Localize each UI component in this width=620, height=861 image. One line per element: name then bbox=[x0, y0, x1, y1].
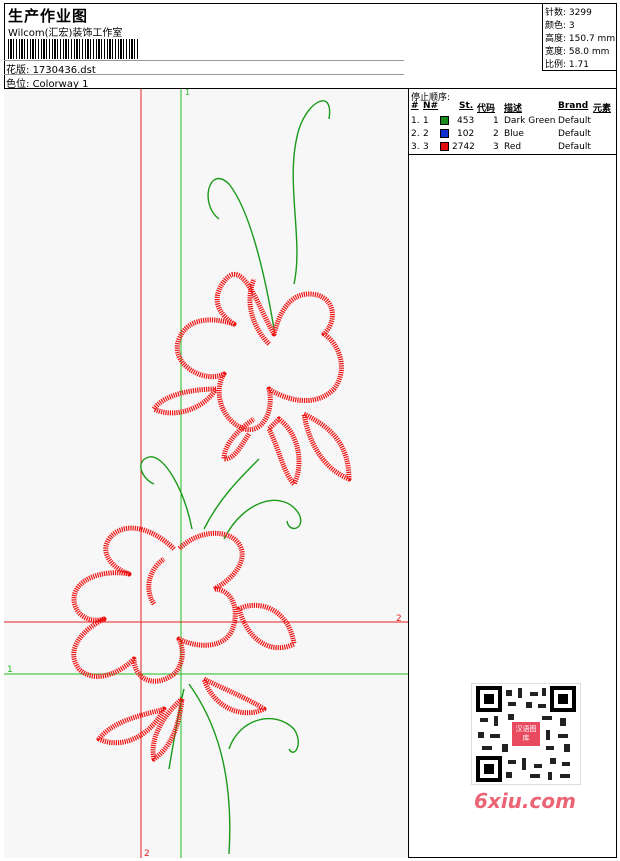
sheet-header: 生产作业图 Wilcom(汇宏)装饰工作室 花版: 1730436.dst 色位… bbox=[4, 3, 617, 90]
leaf-top-bottom bbox=[266, 416, 302, 487]
leaf-bottom-right bbox=[236, 602, 297, 651]
stat-scale: 比例: 1.71 bbox=[545, 60, 589, 70]
marker-red-bottom: 2 bbox=[144, 849, 150, 858]
design-canvas[interactable]: 1 2 1 2 bbox=[4, 89, 409, 858]
stem-middle bbox=[203, 458, 260, 530]
col-index: # bbox=[411, 101, 419, 111]
leaf-bottom-right-low bbox=[201, 676, 267, 716]
color-swatch bbox=[440, 142, 449, 151]
table-row[interactable]: 1. 1 453 1 Dark Green Default bbox=[409, 115, 617, 128]
leaf-bottom-center bbox=[150, 696, 185, 762]
col-brand: Brand bbox=[558, 101, 589, 111]
col-number: N# bbox=[423, 101, 439, 111]
tendril-middle-left bbox=[140, 456, 193, 530]
table-row[interactable]: 2. 2 102 2 Blue Default bbox=[409, 128, 617, 141]
stat-colors: 颜色: 3 bbox=[545, 21, 575, 31]
embroidery-preview: 1 2 1 2 bbox=[4, 89, 408, 858]
watermark: 6xiu.com bbox=[474, 789, 576, 813]
table-row[interactable]: 3. 3 2742 3 Red Default bbox=[409, 141, 617, 154]
leaf-top-right bbox=[301, 411, 352, 482]
col-description: 描述 bbox=[504, 104, 523, 114]
flower-top bbox=[174, 271, 344, 433]
stem-top bbox=[292, 100, 331, 285]
barcode bbox=[8, 39, 140, 59]
color-swatch bbox=[440, 129, 449, 138]
flower-bottom-inner bbox=[146, 556, 166, 606]
col-element: 元素 bbox=[593, 104, 612, 114]
qr-code: 汉语图库 bbox=[471, 683, 581, 785]
design-stats: 针数: 3299 颜色: 3 高度: 150.7 mm 宽度: 58.0 mm … bbox=[542, 3, 617, 71]
stat-height: 高度: 150.7 mm bbox=[545, 34, 616, 44]
marker-red-right: 2 bbox=[396, 614, 402, 624]
colorway: 色位: Colorway 1 bbox=[6, 79, 89, 90]
leaf-top-left bbox=[151, 386, 219, 416]
stem-bottom bbox=[188, 683, 231, 855]
company-name: Wilcom(汇宏)装饰工作室 bbox=[8, 28, 123, 39]
qr-center-label: 汉语图库 bbox=[515, 725, 537, 742]
sheet-title: 生产作业图 bbox=[8, 7, 89, 25]
panel-divider bbox=[409, 154, 617, 155]
color-swatch bbox=[440, 116, 449, 125]
flower-bottom bbox=[71, 525, 245, 684]
col-stitches: St. bbox=[459, 101, 474, 111]
tendril-bottom bbox=[228, 718, 299, 753]
col-code: 代码 bbox=[477, 104, 496, 114]
tendril-middle-right bbox=[223, 499, 302, 540]
leaf-bottom-left bbox=[96, 706, 167, 746]
stat-stitches: 针数: 3299 bbox=[545, 8, 592, 18]
stat-width: 宽度: 58.0 mm bbox=[545, 47, 610, 57]
marker-green-left: 1 bbox=[7, 665, 13, 675]
marker-green-top: 1 bbox=[185, 89, 190, 97]
